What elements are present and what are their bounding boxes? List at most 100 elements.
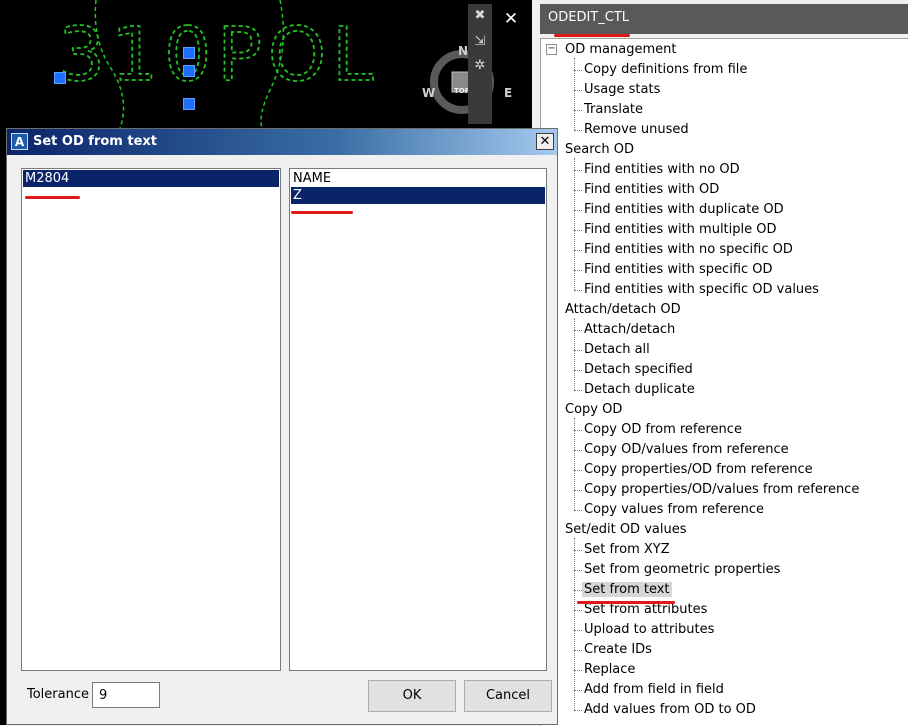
tree-item[interactable]: Copy OD from reference [574,420,742,440]
tree-item[interactable]: Upload to attributes [573,620,715,640]
tree-item-label: Find entities with multiple OD [584,222,777,237]
tree-item-label: Find entities with specific OD values [584,282,819,297]
pin-icon[interactable]: ⇲ [468,32,492,52]
tree-item-label: Translate [584,102,644,117]
tree-item[interactable]: Add from field in field [574,680,724,700]
tree-connector [574,58,575,130]
tree-item-label: Set from text [582,582,672,597]
tree-item-label: Copy OD from reference [584,422,742,437]
tree-item-label: Replace [584,662,636,677]
close-button[interactable]: ✕ [536,133,554,150]
tree-item-label: Attach/detach [584,322,676,337]
cancel-button[interactable]: Cancel [464,680,552,712]
tree-item-label: Find entities with no specific OD [584,242,793,257]
tree-group[interactable]: Attach/detach OD [565,300,681,320]
tree-item-label: Find entities with no OD [584,162,740,177]
tree-connector [574,538,575,710]
tree-item[interactable]: Remove unused [574,120,689,140]
tree-item-label: Remove unused [584,122,689,137]
tree-item-label: Set from attributes [584,602,708,617]
tolerance-input[interactable] [92,682,160,708]
close-icon[interactable]: ✖ [468,6,492,26]
cad-canvas[interactable]: 310POL N W E TOP ✖ ⇲ ✲ ✕ [0,0,532,128]
tree-item[interactable]: Find entities with multiple OD [574,220,777,240]
panel-tab-title[interactable]: ODEDIT_CTL [548,10,629,25]
tree-item[interactable]: Copy properties/OD/values from reference [573,480,860,500]
dialog-title: Set OD from text [33,134,157,149]
cad-drawing: 310POL [57,0,379,128]
panel-header: ODEDIT_CTL [540,4,908,37]
tree-item[interactable]: Set from text [574,580,672,600]
grip-handle[interactable] [183,98,195,110]
tree-item[interactable]: Detach duplicate [574,380,695,400]
list-item[interactable]: Z [291,187,545,204]
tree-group[interactable]: Set/edit OD values [565,520,686,540]
annotation-underline [291,211,353,214]
grip-handle[interactable] [183,47,195,59]
tree-item[interactable]: Find entities with no OD [574,160,740,180]
tree-item-label: Copy OD/values from reference [584,442,789,457]
tree-group[interactable]: OD management [565,40,676,60]
settings-icon[interactable]: ✲ [468,56,492,76]
close-icon[interactable]: ✕ [500,8,522,30]
tree-item-label: Copy definitions from file [584,62,748,77]
list-item[interactable]: M2804 [23,170,279,187]
od-fields-list[interactable]: NAME Z [289,168,547,671]
tree-item[interactable]: Detach specified [574,360,693,380]
cad-drawing-text: 310POL [58,12,379,98]
tree-group[interactable]: Search OD [565,140,634,160]
collapse-icon[interactable]: − [546,44,557,55]
tree-item[interactable]: Find entities with duplicate OD [574,200,784,220]
text-values-list[interactable]: M2804 [21,168,281,671]
tree-item-label: Detach duplicate [584,382,695,397]
tree-item[interactable]: Copy properties/OD from reference [574,460,813,480]
tree-item[interactable]: Find entities with specific OD [574,260,773,280]
tree-item-label: Copy properties/OD/values from reference [584,482,860,497]
tree-item[interactable]: Replace [573,660,636,680]
set-od-from-text-dialog: A Set OD from text ✕ M2804 NAME Z Toleran… [6,128,558,725]
tree-item[interactable]: Translate [573,100,644,120]
annotation-underline [577,601,675,604]
tree-item-label: Copy values from reference [584,502,764,517]
tree-item[interactable]: Set from geometric properties [573,560,781,580]
tree-item[interactable]: Copy values from reference [574,500,764,520]
tree-item[interactable]: Find entities with specific OD values [574,280,819,300]
compass-west: W [422,86,436,100]
compass-north: N [458,44,469,58]
tree-item[interactable]: Set from XYZ [574,540,670,560]
tree-item[interactable]: Add values from OD to OD [574,700,756,720]
annotation-underline [25,196,80,199]
tree-item-label: Set from XYZ [584,542,670,557]
tree-item[interactable]: Detach all [574,340,650,360]
command-tree[interactable]: − OD management Copy definitions from fil… [540,38,908,726]
tree-item[interactable]: Find entities with no specific OD [574,240,793,260]
tree-item-label: Create IDs [584,642,652,657]
annotation-underline [554,34,630,37]
tree-item[interactable]: Copy definitions from file [573,60,748,80]
tree-item[interactable]: Usage stats [573,80,661,100]
tree-item-label: Detach all [584,342,650,357]
tree-item[interactable]: Copy OD/values from reference [574,440,789,460]
ok-button[interactable]: OK [368,680,456,712]
grip-handle[interactable] [54,72,66,84]
tree-item-label: Upload to attributes [584,622,715,637]
tree-item[interactable]: Attach/detach [573,320,676,340]
cad-palette-toolbar: ✖ ⇲ ✲ [468,4,492,124]
tree-item[interactable]: Create IDs [574,640,652,660]
compass-east: E [504,86,513,100]
tree-item-label: Set from geometric properties [584,562,781,577]
tree-item-label: Usage stats [584,82,661,97]
tree-connector [574,318,575,390]
tree-item[interactable]: Find entities with OD [573,180,720,200]
tree-item-label: Find entities with duplicate OD [584,202,784,217]
tree-group[interactable]: Copy OD [565,400,622,420]
tree-item-label: Find entities with OD [584,182,720,197]
tree-item-label: Add from field in field [584,682,724,697]
tree-item-label: Copy properties/OD from reference [584,462,813,477]
app-logo-icon: A [11,133,28,150]
dialog-titlebar[interactable]: A Set OD from text ✕ [7,129,557,155]
tree-connector [574,418,575,510]
grip-handle[interactable] [183,65,195,77]
list-item[interactable]: NAME [291,170,545,187]
tolerance-label: Tolerance [27,687,89,702]
